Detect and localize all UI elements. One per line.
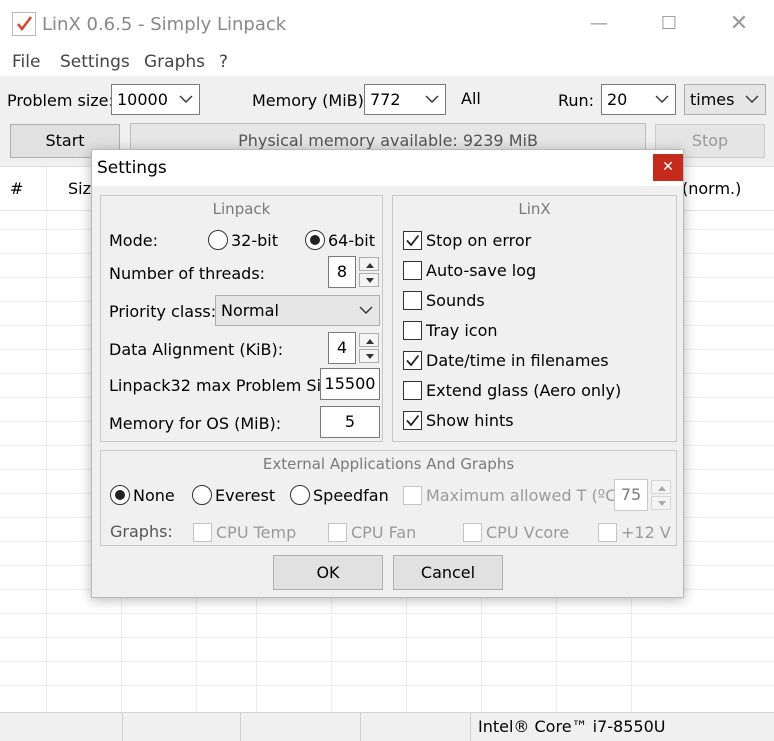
cpu-fan-label: CPU Fan [351, 523, 417, 542]
cpu-temp-checkbox[interactable] [193, 523, 212, 542]
threads-input[interactable]: 8 [328, 256, 356, 288]
minimize-icon[interactable]: — [576, 8, 622, 40]
max-temp-down-icon[interactable] [651, 496, 671, 510]
mode-32bit-radio[interactable] [208, 230, 228, 250]
mode-64bit-label[interactable]: 64-bit [328, 231, 375, 250]
cpu-name: Intel® Core™ i7-8550U [478, 717, 666, 736]
alignment-up-icon[interactable] [359, 333, 379, 347]
menu-settings[interactable]: Settings [60, 52, 130, 72]
memory-os-input[interactable]: 5 [320, 406, 380, 438]
auto-save-log-label[interactable]: Auto-save log [426, 261, 536, 280]
all-label[interactable]: All [461, 89, 481, 108]
mode-64bit-radio[interactable] [305, 230, 325, 250]
run-count-value: 20 [607, 90, 628, 109]
run-unit-value: times [690, 90, 735, 109]
run-count-select[interactable]: 20 [601, 84, 676, 115]
max-temp-up-icon[interactable] [651, 480, 671, 494]
priority-select[interactable]: Normal [215, 295, 380, 326]
linx-group-title: LinX [518, 200, 551, 218]
speedfan-label[interactable]: Speedfan [313, 486, 389, 505]
max-problem-size-label: Linpack32 max Problem Size: [109, 376, 345, 395]
alignment-label: Data Alignment (KiB): [109, 340, 284, 359]
menu-bar: File Settings Graphs ? [0, 48, 774, 76]
column-index[interactable]: # [10, 179, 23, 198]
datetime-filenames-label[interactable]: Date/time in filenames [426, 351, 609, 370]
menu-graphs[interactable]: Graphs [144, 52, 205, 72]
plus12v-label: +12 V [621, 523, 671, 542]
max-problem-size-input[interactable]: 15500 [320, 368, 380, 400]
chevron-down-icon [179, 85, 193, 123]
title-bar: LinX 0.6.5 - Simply Linpack — ☐ ✕ [0, 0, 774, 48]
extend-glass-checkbox[interactable] [403, 381, 422, 400]
stop-on-error-label[interactable]: Stop on error [426, 231, 531, 250]
dialog-close-icon[interactable]: ✕ [653, 154, 683, 181]
memory-label: Memory (MiB): [252, 91, 370, 110]
show-hints-label[interactable]: Show hints [426, 411, 514, 430]
mode-label: Mode: [109, 231, 158, 250]
app-checkmark-icon [12, 12, 36, 36]
sounds-checkbox[interactable] [403, 291, 422, 310]
auto-save-log-checkbox[interactable] [403, 261, 422, 280]
threads-up-icon[interactable] [359, 257, 379, 271]
max-temp-checkbox[interactable] [403, 486, 422, 505]
cpu-vcore-label: CPU Vcore [486, 523, 570, 542]
linpack-group-title: Linpack [212, 200, 271, 218]
alignment-input[interactable]: 4 [328, 332, 356, 364]
none-radio[interactable] [110, 485, 130, 505]
problem-size-value: 10000 [117, 90, 168, 109]
speedfan-radio[interactable] [290, 485, 310, 505]
ok-button[interactable]: OK [273, 555, 383, 590]
max-temp-label: Maximum allowed T (ºC): [426, 486, 629, 505]
memory-os-label: Memory for OS (MiB): [109, 414, 282, 433]
datetime-filenames-checkbox[interactable] [403, 351, 422, 370]
external-apps-group: External Applications And Graphs None Ev… [100, 450, 677, 546]
none-label[interactable]: None [133, 486, 175, 505]
everest-label[interactable]: Everest [215, 486, 275, 505]
close-icon[interactable]: ✕ [716, 8, 762, 40]
stop-on-error-checkbox[interactable] [403, 231, 422, 250]
cpu-vcore-checkbox[interactable] [463, 523, 482, 542]
linpack-group: Linpack Mode: 32-bit 64-bit Number of th… [100, 195, 383, 442]
memory-select[interactable]: 772 [364, 84, 446, 115]
tray-icon-label[interactable]: Tray icon [426, 321, 498, 340]
run-unit-select[interactable]: times [684, 84, 766, 115]
cpu-temp-label: CPU Temp [216, 523, 297, 542]
memory-value: 772 [370, 90, 401, 109]
linx-group: LinX Stop on error Auto-save log Sounds … [392, 195, 677, 442]
problem-size-select[interactable]: 10000 [111, 84, 200, 115]
run-label: Run: [558, 91, 595, 110]
settings-dialog: Settings ✕ Linpack Mode: 32-bit 64-bit N… [91, 149, 684, 598]
problem-size-label: Problem size: [7, 91, 114, 110]
max-temp-input[interactable]: 75 [614, 479, 648, 511]
maximize-icon[interactable]: ☐ [646, 8, 692, 40]
sounds-label[interactable]: Sounds [426, 291, 485, 310]
cpu-fan-checkbox[interactable] [328, 523, 347, 542]
priority-value: Normal [221, 301, 279, 320]
chevron-down-icon [655, 85, 669, 123]
external-group-title: External Applications And Graphs [262, 455, 515, 473]
window-title: LinX 0.6.5 - Simply Linpack [42, 14, 287, 35]
threads-label: Number of threads: [109, 264, 266, 283]
mode-32bit-label[interactable]: 32-bit [231, 231, 278, 250]
column-norm[interactable]: (norm.) [682, 179, 741, 198]
chevron-down-icon [425, 85, 439, 123]
chevron-down-icon [745, 85, 759, 123]
show-hints-checkbox[interactable] [403, 411, 422, 430]
dialog-title: Settings [97, 158, 167, 178]
menu-help[interactable]: ? [219, 52, 228, 72]
extend-glass-label[interactable]: Extend glass (Aero only) [426, 381, 621, 400]
threads-down-icon[interactable] [359, 273, 379, 287]
status-bar: Intel® Core™ i7-8550U [0, 712, 774, 741]
chevron-down-icon [359, 296, 373, 334]
tray-icon-checkbox[interactable] [403, 321, 422, 340]
menu-file[interactable]: File [12, 52, 40, 72]
dialog-title-bar: Settings ✕ [92, 150, 683, 186]
priority-label: Priority class: [109, 302, 217, 321]
plus12v-checkbox[interactable] [598, 523, 617, 542]
alignment-down-icon[interactable] [359, 349, 379, 363]
cancel-button[interactable]: Cancel [393, 555, 503, 590]
graphs-label: Graphs: [110, 522, 173, 541]
everest-radio[interactable] [192, 485, 212, 505]
